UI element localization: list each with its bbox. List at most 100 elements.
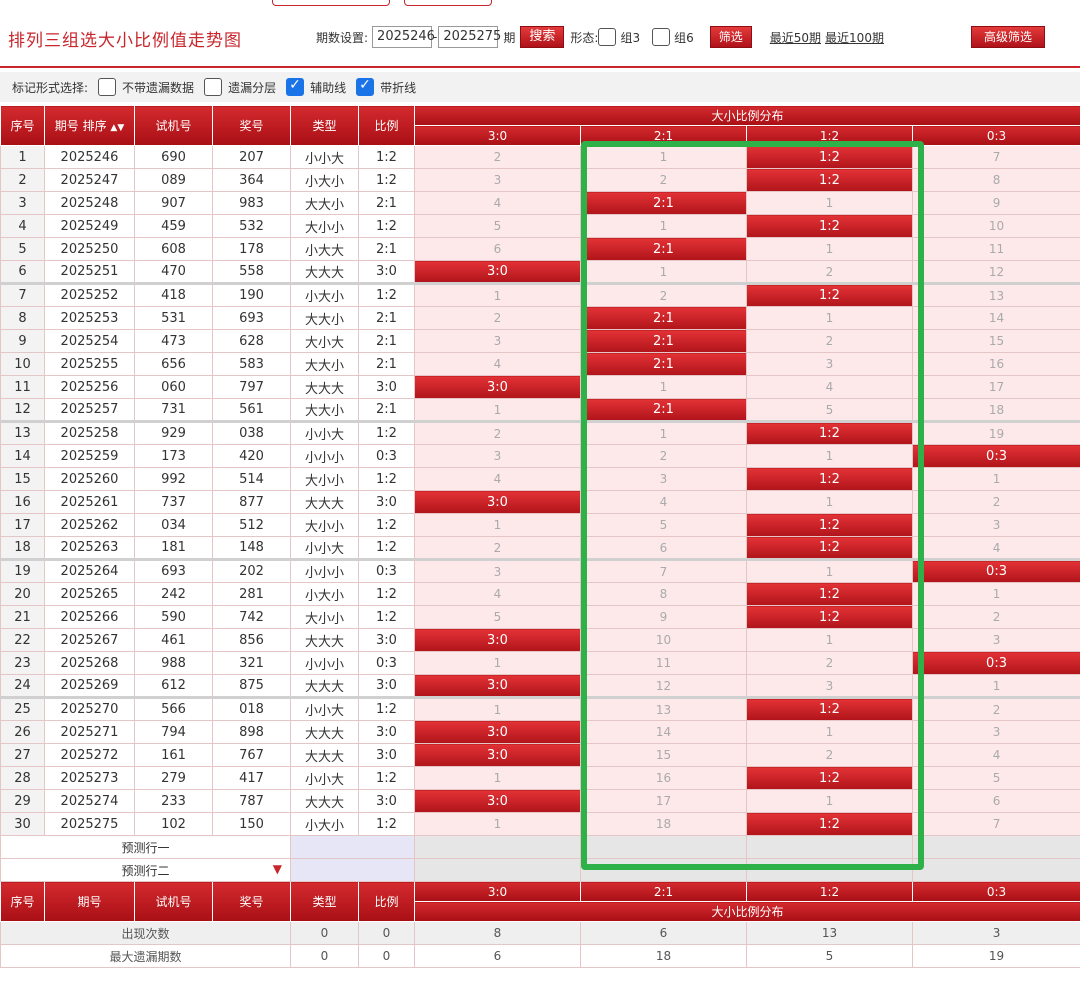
row-period: 2025246 (44, 145, 135, 169)
search-button[interactable]: 搜索 (520, 26, 565, 48)
table-row[interactable]: 8 2025253 531 693 大大小 2:1 2 2:1 1 14 (0, 306, 1080, 330)
table-row[interactable]: 14 2025259 173 420 小小小 0:3 3 2 1 0:3 (0, 444, 1080, 468)
table-row[interactable]: 17 2025262 034 512 大小小 1:2 1 5 1:2 3 (0, 513, 1080, 537)
period-from-input[interactable]: 2025246 (372, 26, 435, 48)
table-row[interactable]: 6 2025251 470 558 大大大 3:0 3:0 1 2 12 (0, 260, 1080, 285)
predict-row-1-fill[interactable] (290, 835, 415, 859)
stats-value: 6 (580, 921, 747, 945)
table-row[interactable]: 20 2025265 242 281 小大小 1:2 4 8 1:2 1 (0, 582, 1080, 606)
table-row[interactable]: 13 2025258 929 038 小小大 1:2 2 1 1:2 19 (0, 421, 1080, 445)
recent-50-link[interactable]: 最近50期 (770, 29, 821, 46)
table-row[interactable]: 28 2025273 279 417 小小大 1:2 1 16 1:2 5 (0, 766, 1080, 790)
row-index: 9 (0, 329, 45, 353)
dist-omit-cell: 2 (911, 490, 1080, 514)
predict-cell[interactable] (911, 835, 1080, 859)
row-period: 2025251 (44, 260, 135, 285)
row-ratio: 2:1 (358, 329, 415, 353)
table-row[interactable]: 22 2025267 461 856 大大大 3:0 3:0 10 1 3 (0, 628, 1080, 652)
row-period: 2025255 (44, 352, 135, 376)
dist-hit-cell: 1:2 (746, 605, 913, 629)
period-to-input[interactable]: 2025275 (438, 26, 501, 48)
table-row[interactable]: 23 2025268 988 321 小小小 0:3 1 11 2 0:3 (0, 651, 1080, 675)
row-period: 2025261 (44, 490, 135, 514)
row-type: 大大大 (290, 720, 359, 744)
row-type: 小小小 (290, 651, 359, 675)
predict-cell[interactable] (580, 858, 747, 882)
table-row[interactable]: 4 2025249 459 532 大小小 1:2 5 1 1:2 10 (0, 214, 1080, 238)
row-trial-number: 656 (134, 352, 213, 376)
dist-omit-cell: 1 (580, 375, 747, 399)
table-row[interactable]: 12 2025257 731 561 大大小 2:1 1 2:1 5 18 (0, 398, 1080, 423)
row-period: 2025269 (44, 674, 135, 699)
row-ratio: 1:2 (358, 766, 415, 790)
table-row[interactable]: 5 2025250 608 178 小大大 2:1 6 2:1 1 11 (0, 237, 1080, 261)
dist-omit-cell: 4 (414, 352, 581, 376)
table-row[interactable]: 15 2025260 992 514 大小小 1:2 4 3 1:2 1 (0, 467, 1080, 491)
table-row[interactable]: 30 2025275 102 150 小大小 1:2 1 18 1:2 7 (0, 812, 1080, 836)
row-type: 小小小 (290, 559, 359, 583)
screen-button[interactable]: 筛选 (709, 26, 752, 48)
table-row[interactable]: 29 2025274 233 787 大大大 3:0 3:0 17 1 6 (0, 789, 1080, 813)
table-row[interactable]: 26 2025271 794 898 大大大 3:0 3:0 14 1 3 (0, 720, 1080, 744)
row-type: 小大小 (290, 168, 359, 192)
table-row[interactable]: 11 2025256 060 797 大大大 3:0 3:0 1 4 17 (0, 375, 1080, 399)
table-row[interactable]: 2 2025247 089 364 小大小 1:2 3 2 1:2 8 (0, 168, 1080, 192)
predict-cell[interactable] (746, 835, 913, 859)
footer-period-header: 期号 (44, 881, 135, 922)
top-tab-1[interactable] (272, 0, 390, 6)
table-row[interactable]: 18 2025263 181 148 小小大 1:2 2 6 1:2 4 (0, 536, 1080, 561)
guide-line-checkbox[interactable] (286, 77, 305, 96)
table-row[interactable]: 1 2025246 690 207 小小大 1:2 2 1 1:2 7 (0, 145, 1080, 169)
table-row[interactable]: 7 2025252 418 190 小大小 1:2 1 2 1:2 13 (0, 283, 1080, 307)
omit-layer-checkbox[interactable] (204, 78, 223, 96)
sort-arrows-icon[interactable]: ▲▼ (110, 123, 124, 133)
arrow-down-icon[interactable]: ▼ (273, 862, 282, 876)
header-divider (0, 66, 1080, 68)
row-trial-number: 988 (134, 651, 213, 675)
row-ratio: 1:2 (358, 467, 415, 491)
row-trial-number: 279 (134, 766, 213, 790)
dist-omit-cell: 2 (911, 697, 1080, 721)
dist-omit-cell: 14 (911, 306, 1080, 330)
polyline-checkbox[interactable] (356, 77, 375, 96)
predict-row-2-fill[interactable] (290, 858, 415, 882)
predict-cell[interactable] (414, 858, 581, 882)
predict-cell[interactable] (911, 858, 1080, 882)
dist-omit-cell: 1 (746, 628, 913, 652)
recent-100-link[interactable]: 最近100期 (825, 29, 884, 46)
dist-omit-cell: 18 (580, 812, 747, 836)
table-row[interactable]: 3 2025248 907 983 大大小 2:1 4 2:1 1 9 (0, 191, 1080, 215)
table-row[interactable]: 27 2025272 161 767 大大大 3:0 3:0 15 2 4 (0, 743, 1080, 767)
table-row[interactable]: 24 2025269 612 875 大大大 3:0 3:0 12 3 1 (0, 674, 1080, 699)
sort-label[interactable]: 排序 (83, 119, 107, 133)
row-ratio: 3:0 (358, 674, 415, 699)
no-omit-checkbox[interactable] (98, 78, 117, 96)
dist-omit-cell: 3 (911, 513, 1080, 537)
row-trial-number: 418 (134, 283, 213, 307)
row-index: 24 (0, 674, 45, 699)
row-trial-number: 992 (134, 467, 213, 491)
table-row[interactable]: 19 2025264 693 202 小小小 0:3 3 7 1 0:3 (0, 559, 1080, 583)
guide-line-label: 辅助线 (310, 80, 347, 95)
predict-cell[interactable] (414, 835, 581, 859)
table-row[interactable]: 21 2025266 590 742 大小小 1:2 5 9 1:2 2 (0, 605, 1080, 629)
predict-cell[interactable] (580, 835, 747, 859)
zu3-checkbox[interactable] (598, 28, 617, 46)
row-prize-number: 018 (212, 697, 291, 721)
row-prize-number: 321 (212, 651, 291, 675)
row-type: 小小大 (290, 536, 359, 561)
dist-omit-cell: 2 (580, 444, 747, 468)
dist-col-header: 2:1 (580, 125, 747, 146)
dist-omit-cell: 3 (580, 467, 747, 491)
table-row[interactable]: 25 2025270 566 018 小小大 1:2 1 13 1:2 2 (0, 697, 1080, 721)
table-row[interactable]: 10 2025255 656 583 大大小 2:1 4 2:1 3 16 (0, 352, 1080, 376)
col-period-label: 期号 (54, 119, 79, 133)
top-tab-2[interactable] (404, 0, 492, 6)
predict-cell[interactable] (746, 858, 913, 882)
table-row[interactable]: 16 2025261 737 877 大大大 3:0 3:0 4 1 2 (0, 490, 1080, 514)
table-row[interactable]: 9 2025254 473 628 大小大 2:1 3 2:1 2 15 (0, 329, 1080, 353)
advanced-filter-button[interactable]: 高级筛选 (971, 26, 1046, 48)
zu6-checkbox[interactable] (652, 28, 671, 46)
row-period: 2025272 (44, 743, 135, 767)
col-period-header[interactable]: 期号 排序 ▲▼ (44, 105, 135, 146)
